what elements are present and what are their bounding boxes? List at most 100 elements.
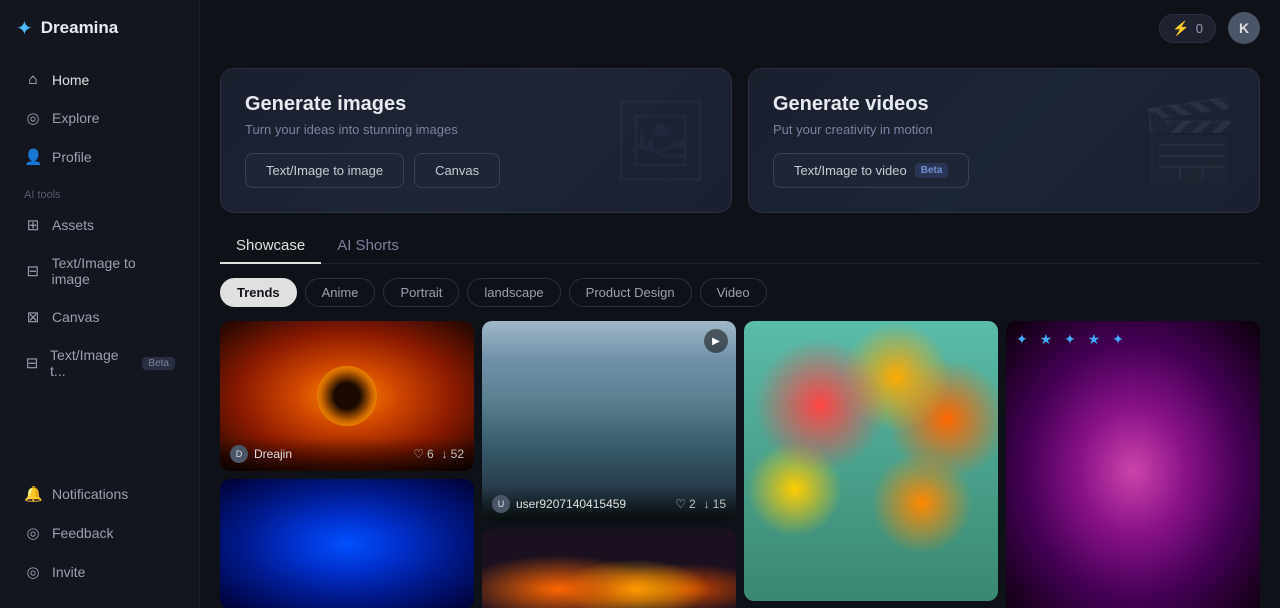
rose-image	[220, 479, 474, 608]
app-logo: ✦ Dreamina	[0, 0, 199, 56]
sidebar-nav: ⌂ Home ◎ Explore 👤 Profile AI tools ⊞ As…	[0, 56, 199, 466]
sidebar-item-label: Feedback	[52, 525, 113, 541]
sidebar-item-label: Explore	[52, 110, 99, 126]
sidebar-item-profile[interactable]: 👤 Profile	[8, 138, 191, 176]
grid-item-portrait[interactable]	[1006, 321, 1260, 608]
sidebar-item-label: Profile	[52, 149, 92, 165]
assets-icon: ⊞	[24, 216, 42, 234]
grid-col-2: ▶ U user9207140415459 ♡ 2 ↓	[482, 321, 736, 608]
sidebar-item-label: Notifications	[52, 486, 128, 502]
logo-icon: ✦	[16, 16, 33, 41]
video-beta-badge: Beta	[915, 163, 949, 178]
like-stat: ♡ 6	[413, 447, 433, 461]
download-stat: ↓ 52	[442, 447, 464, 461]
sidebar-item-label: Text/Image to image	[52, 255, 175, 287]
filter-portrait[interactable]: Portrait	[383, 278, 459, 307]
canvas-button[interactable]: Canvas	[414, 153, 500, 188]
card-bg-decorative-video: 🎬	[1139, 94, 1239, 188]
text-image-icon: ⊟	[24, 262, 42, 280]
play-button[interactable]: ▶	[704, 329, 728, 353]
text-image-to-video-button[interactable]: Text/Image to video Beta	[773, 153, 969, 188]
heart-icon: ♡	[413, 447, 424, 461]
ai-tools-label: AI tools	[0, 177, 199, 205]
like-count-lake: 2	[689, 497, 696, 511]
filter-anime[interactable]: Anime	[305, 278, 376, 307]
tab-showcase[interactable]: Showcase	[220, 229, 321, 264]
app-name: Dreamina	[41, 18, 118, 38]
bokeh-image	[482, 529, 736, 608]
credits-badge[interactable]: ⚡ 0	[1159, 14, 1216, 43]
sidebar-item-assets[interactable]: ⊞ Assets	[8, 206, 191, 244]
grid-item-eye[interactable]: D Dreajin ♡ 6 ↓ 52	[220, 321, 474, 471]
grid-item-bokeh[interactable]	[482, 529, 736, 608]
sidebar-item-label: Invite	[52, 564, 85, 580]
canvas-icon: ⊠	[24, 308, 42, 326]
grid-item-rose[interactable]	[220, 479, 474, 608]
username-lake: user9207140415459	[516, 497, 626, 511]
sidebar-item-label: Home	[52, 72, 89, 88]
flowers-image	[744, 321, 998, 601]
heart-icon-lake: ♡	[675, 497, 686, 511]
sidebar-item-label: Text/Image t...	[50, 347, 128, 379]
explore-icon: ◎	[24, 109, 42, 127]
space-portrait-image	[1006, 321, 1260, 608]
grid-col-3	[744, 321, 998, 608]
like-stat-lake: ♡ 2	[675, 497, 695, 511]
beta-badge: Beta	[142, 357, 175, 370]
item-overlay-lake: U user9207140415459 ♡ 2 ↓ 15	[482, 487, 736, 521]
sidebar-item-text-video[interactable]: ⊟ Text/Image t... Beta	[8, 337, 191, 389]
main-content: 🖼 Generate images Turn your ideas into s…	[200, 0, 1280, 608]
item-user-lake: U user9207140415459	[492, 495, 626, 513]
sidebar-bottom: 🔔 Notifications ◎ Feedback ◎ Invite	[0, 466, 199, 608]
sidebar-item-label: Canvas	[52, 309, 99, 325]
showcase-section: Showcase AI Shorts Trends Anime Portrait…	[220, 229, 1260, 608]
grid-col-4	[1006, 321, 1260, 608]
like-count: 6	[427, 447, 434, 461]
text-image-to-image-button[interactable]: Text/Image to image	[245, 153, 404, 188]
sidebar-item-invite[interactable]: ◎ Invite	[8, 553, 191, 591]
invite-icon: ◎	[24, 563, 42, 581]
item-stats: ♡ 6 ↓ 52	[413, 447, 464, 461]
profile-icon: 👤	[24, 148, 42, 166]
filter-video[interactable]: Video	[700, 278, 767, 307]
header: ⚡ 0 K	[200, 0, 1280, 56]
item-user: D Dreajin	[230, 445, 292, 463]
download-stat-lake: ↓ 15	[704, 497, 726, 511]
sidebar-item-home[interactable]: ⌂ Home	[8, 61, 191, 98]
card-bg-decorative: 🖼	[609, 94, 711, 188]
showcase-tabs: Showcase AI Shorts	[220, 229, 1260, 264]
filter-landscape[interactable]: landscape	[467, 278, 560, 307]
tab-ai-shorts[interactable]: AI Shorts	[321, 229, 415, 264]
grid-item-lake[interactable]: ▶ U user9207140415459 ♡ 2 ↓	[482, 321, 736, 521]
grid-col-1: D Dreajin ♡ 6 ↓ 52	[220, 321, 474, 608]
grid-item-flowers[interactable]	[744, 321, 998, 601]
sidebar-item-text-image[interactable]: ⊟ Text/Image to image	[8, 245, 191, 297]
credits-icon: ⚡	[1172, 20, 1189, 37]
credits-value: 0	[1196, 21, 1203, 36]
item-overlay: D Dreajin ♡ 6 ↓ 52	[220, 437, 474, 471]
download-count: 52	[451, 447, 464, 461]
text-video-button-label: Text/Image to video	[794, 163, 907, 178]
feedback-icon: ◎	[24, 524, 42, 542]
avatar-initial: K	[1239, 20, 1249, 36]
generate-videos-card: 🎬 Generate videos Put your creativity in…	[748, 68, 1260, 213]
sidebar-item-explore[interactable]: ◎ Explore	[8, 99, 191, 137]
sidebar-item-label: Assets	[52, 217, 94, 233]
sidebar: ✦ Dreamina ⌂ Home ◎ Explore 👤 Profile AI…	[0, 0, 200, 608]
sidebar-item-canvas[interactable]: ⊠ Canvas	[8, 298, 191, 336]
generate-images-card: 🖼 Generate images Turn your ideas into s…	[220, 68, 732, 213]
sidebar-item-notifications[interactable]: 🔔 Notifications	[8, 475, 191, 513]
cards-row: 🖼 Generate images Turn your ideas into s…	[220, 68, 1260, 213]
download-count-lake: 15	[713, 497, 726, 511]
home-icon: ⌂	[24, 71, 42, 88]
download-icon-lake: ↓	[704, 497, 710, 511]
filter-product-design[interactable]: Product Design	[569, 278, 692, 307]
sidebar-item-feedback[interactable]: ◎ Feedback	[8, 514, 191, 552]
image-grid: D Dreajin ♡ 6 ↓ 52	[220, 321, 1260, 608]
notifications-icon: 🔔	[24, 485, 42, 503]
user-avatar[interactable]: K	[1228, 12, 1260, 44]
user-avatar-lake: U	[492, 495, 510, 513]
item-stats-lake: ♡ 2 ↓ 15	[675, 497, 726, 511]
download-icon: ↓	[442, 447, 448, 461]
filter-trends[interactable]: Trends	[220, 278, 297, 307]
